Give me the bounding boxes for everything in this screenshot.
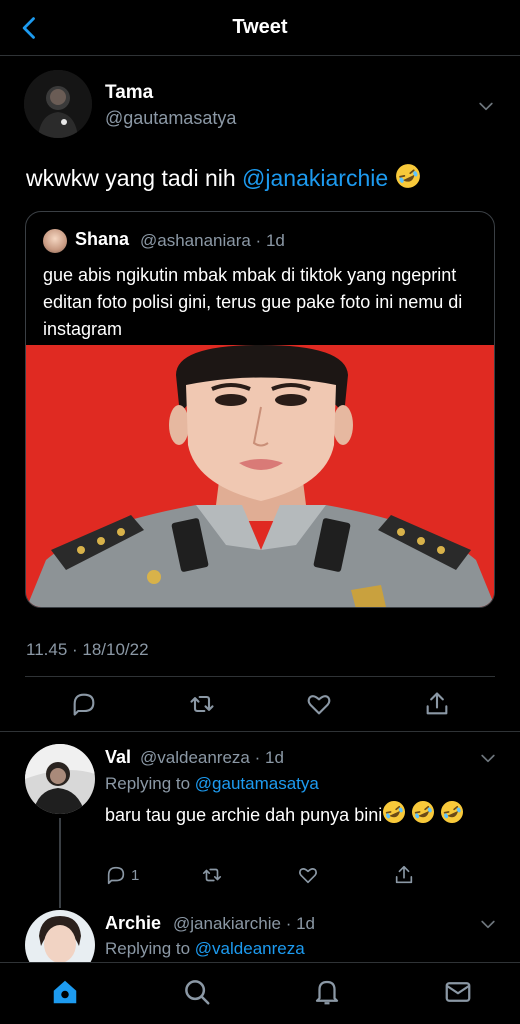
quoted-author-handle: @ashananiara · 1d [140, 231, 285, 250]
tweet-actions [0, 684, 520, 724]
rofl-emoji-icon [440, 800, 464, 824]
tweet-timestamp[interactable]: 11.45 · 18/10/22 [26, 640, 149, 660]
rofl-emoji-icon [395, 163, 421, 189]
thread-connector [59, 818, 61, 908]
retweet-icon[interactable] [188, 690, 216, 718]
quoted-tweet[interactable]: Shana @ashananiara · 1d gue abis ngikuti… [25, 211, 495, 608]
home-icon[interactable] [50, 977, 80, 1007]
reply-icon[interactable] [105, 864, 127, 886]
replying-to-label: Replying to [105, 939, 191, 958]
like-icon[interactable] [305, 690, 333, 718]
avatar[interactable] [25, 910, 95, 962]
page-title: Tweet [232, 16, 288, 38]
messages-icon[interactable] [443, 977, 473, 1007]
replying-to-handle[interactable]: @gautamasatya [195, 774, 319, 793]
quoted-tweet-text: gue abis ngikutin mbak mbak di tiktok ya… [43, 265, 463, 339]
reply-tweet[interactable]: Archie @janakiarchie · 1d Replying to @v… [0, 910, 520, 962]
reply-text: baru tau gue archie dah punya bini [105, 800, 485, 830]
avatar[interactable] [24, 70, 92, 138]
rofl-emoji-icon [382, 800, 406, 824]
rofl-emoji-icon [411, 800, 435, 824]
reply-count: 1 [131, 867, 140, 884]
replying-to: Replying to @gautamasatya [105, 774, 319, 794]
author-name[interactable]: Tama [105, 82, 153, 104]
share-icon[interactable] [423, 690, 451, 718]
top-bar: Tweet [0, 0, 520, 56]
tweet-author: Tama @gautamasatya [24, 70, 496, 142]
reply-author-handle[interactable]: @janakiarchie · 1d [173, 914, 315, 934]
reply-author-name[interactable]: Val [105, 747, 131, 768]
replying-to: Replying to @valdeanreza [105, 939, 305, 959]
quoted-author-name: Shana [75, 229, 130, 249]
reply-tweet[interactable]: Val @valdeanreza · 1d Replying to @gauta… [0, 744, 520, 894]
chevron-down-icon[interactable] [478, 748, 498, 768]
like-icon[interactable] [297, 864, 319, 886]
reply-author-handle[interactable]: @valdeanreza · 1d [140, 748, 284, 768]
replying-to-handle[interactable]: @valdeanreza [195, 939, 305, 958]
mention-link[interactable]: @janakiarchie [242, 165, 388, 191]
quoted-tweet-image[interactable] [26, 345, 494, 607]
search-icon[interactable] [182, 977, 212, 1007]
bottom-tab-bar [0, 962, 520, 1024]
tweet-text-body: wkwkw yang tadi nih [26, 165, 236, 191]
notifications-icon[interactable] [312, 977, 342, 1007]
divider [0, 731, 520, 732]
replying-to-label: Replying to [105, 774, 191, 793]
avatar [43, 229, 67, 253]
reply-author-name[interactable]: Archie [105, 913, 161, 934]
share-icon[interactable] [393, 864, 415, 886]
author-handle[interactable]: @gautamasatya [105, 108, 236, 129]
reply-text-body: baru tau gue archie dah punya bini [105, 805, 383, 825]
reply-icon[interactable] [70, 690, 98, 718]
tweet-text: wkwkw yang tadi nih @janakiarchie [26, 163, 421, 192]
retweet-icon[interactable] [201, 864, 223, 886]
avatar[interactable] [25, 744, 95, 814]
divider [25, 676, 495, 677]
chevron-down-icon[interactable] [478, 914, 498, 934]
chevron-down-icon[interactable] [476, 96, 496, 116]
